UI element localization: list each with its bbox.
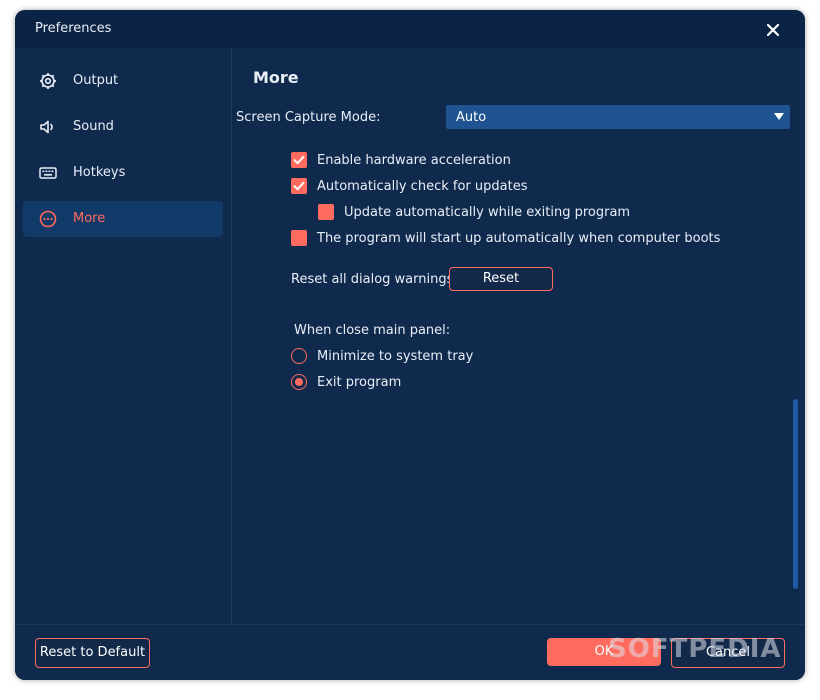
sidebar-item-label: Output (73, 73, 119, 88)
scrollbar-thumb[interactable] (793, 399, 798, 589)
settings-panel: More Screen Capture Mode: Auto Enable ha… (232, 48, 805, 624)
sidebar: Output Sound Hotkeys More (15, 48, 232, 624)
footer-bar: Reset to Default OK Cancel (15, 624, 805, 680)
minimize-to-tray-radio[interactable] (291, 348, 307, 364)
hardware-acceleration-label: Enable hardware acceleration (317, 153, 511, 168)
title-bar: Preferences (15, 10, 805, 48)
sidebar-item-label: Hotkeys (73, 165, 126, 180)
sidebar-item-hotkeys[interactable]: Hotkeys (23, 155, 223, 191)
minimize-to-tray-label: Minimize to system tray (317, 349, 474, 364)
checkmark-icon (293, 181, 305, 191)
close-icon (767, 24, 779, 36)
sidebar-item-more[interactable]: More (23, 201, 223, 237)
sidebar-item-sound[interactable]: Sound (23, 109, 223, 145)
section-title: More (253, 68, 299, 87)
exit-program-radio[interactable] (291, 374, 307, 390)
exit-program-label: Exit program (317, 375, 402, 390)
startup-on-boot-checkbox[interactable] (291, 230, 307, 246)
checkmark-icon (293, 155, 305, 165)
update-on-exit-checkbox[interactable] (318, 204, 334, 220)
window-title: Preferences (35, 21, 112, 36)
reset-to-default-button[interactable]: Reset to Default (35, 638, 150, 668)
startup-on-boot-label: The program will start up automatically … (317, 231, 721, 246)
check-updates-label: Automatically check for updates (317, 179, 528, 194)
screen-capture-mode-select[interactable]: Auto (446, 105, 790, 129)
update-on-exit-label: Update automatically while exiting progr… (344, 205, 631, 220)
reset-warnings-label: Reset all dialog warnings: (291, 272, 458, 287)
sidebar-item-label: More (73, 211, 106, 226)
sidebar-item-output[interactable]: Output (23, 63, 223, 99)
gear-icon (39, 72, 57, 90)
screen-capture-label: Screen Capture Mode: (236, 110, 381, 125)
hardware-acceleration-checkbox[interactable] (291, 152, 307, 168)
close-button[interactable] (761, 18, 785, 42)
check-updates-checkbox[interactable] (291, 178, 307, 194)
chevron-down-icon (774, 113, 784, 120)
screen-capture-mode-value: Auto (456, 110, 487, 125)
more-circle-icon (39, 210, 57, 228)
preferences-window: Preferences Output Sound Hotkeys More Mo… (15, 10, 805, 680)
radio-selected-dot (295, 378, 303, 386)
ok-button[interactable]: OK (547, 638, 661, 666)
speaker-icon (39, 118, 57, 136)
cancel-button[interactable]: Cancel (671, 638, 785, 668)
keyboard-icon (39, 164, 57, 182)
reset-warnings-button[interactable]: Reset (449, 267, 553, 291)
close-panel-label: When close main panel: (294, 323, 451, 338)
sidebar-item-label: Sound (73, 119, 114, 134)
